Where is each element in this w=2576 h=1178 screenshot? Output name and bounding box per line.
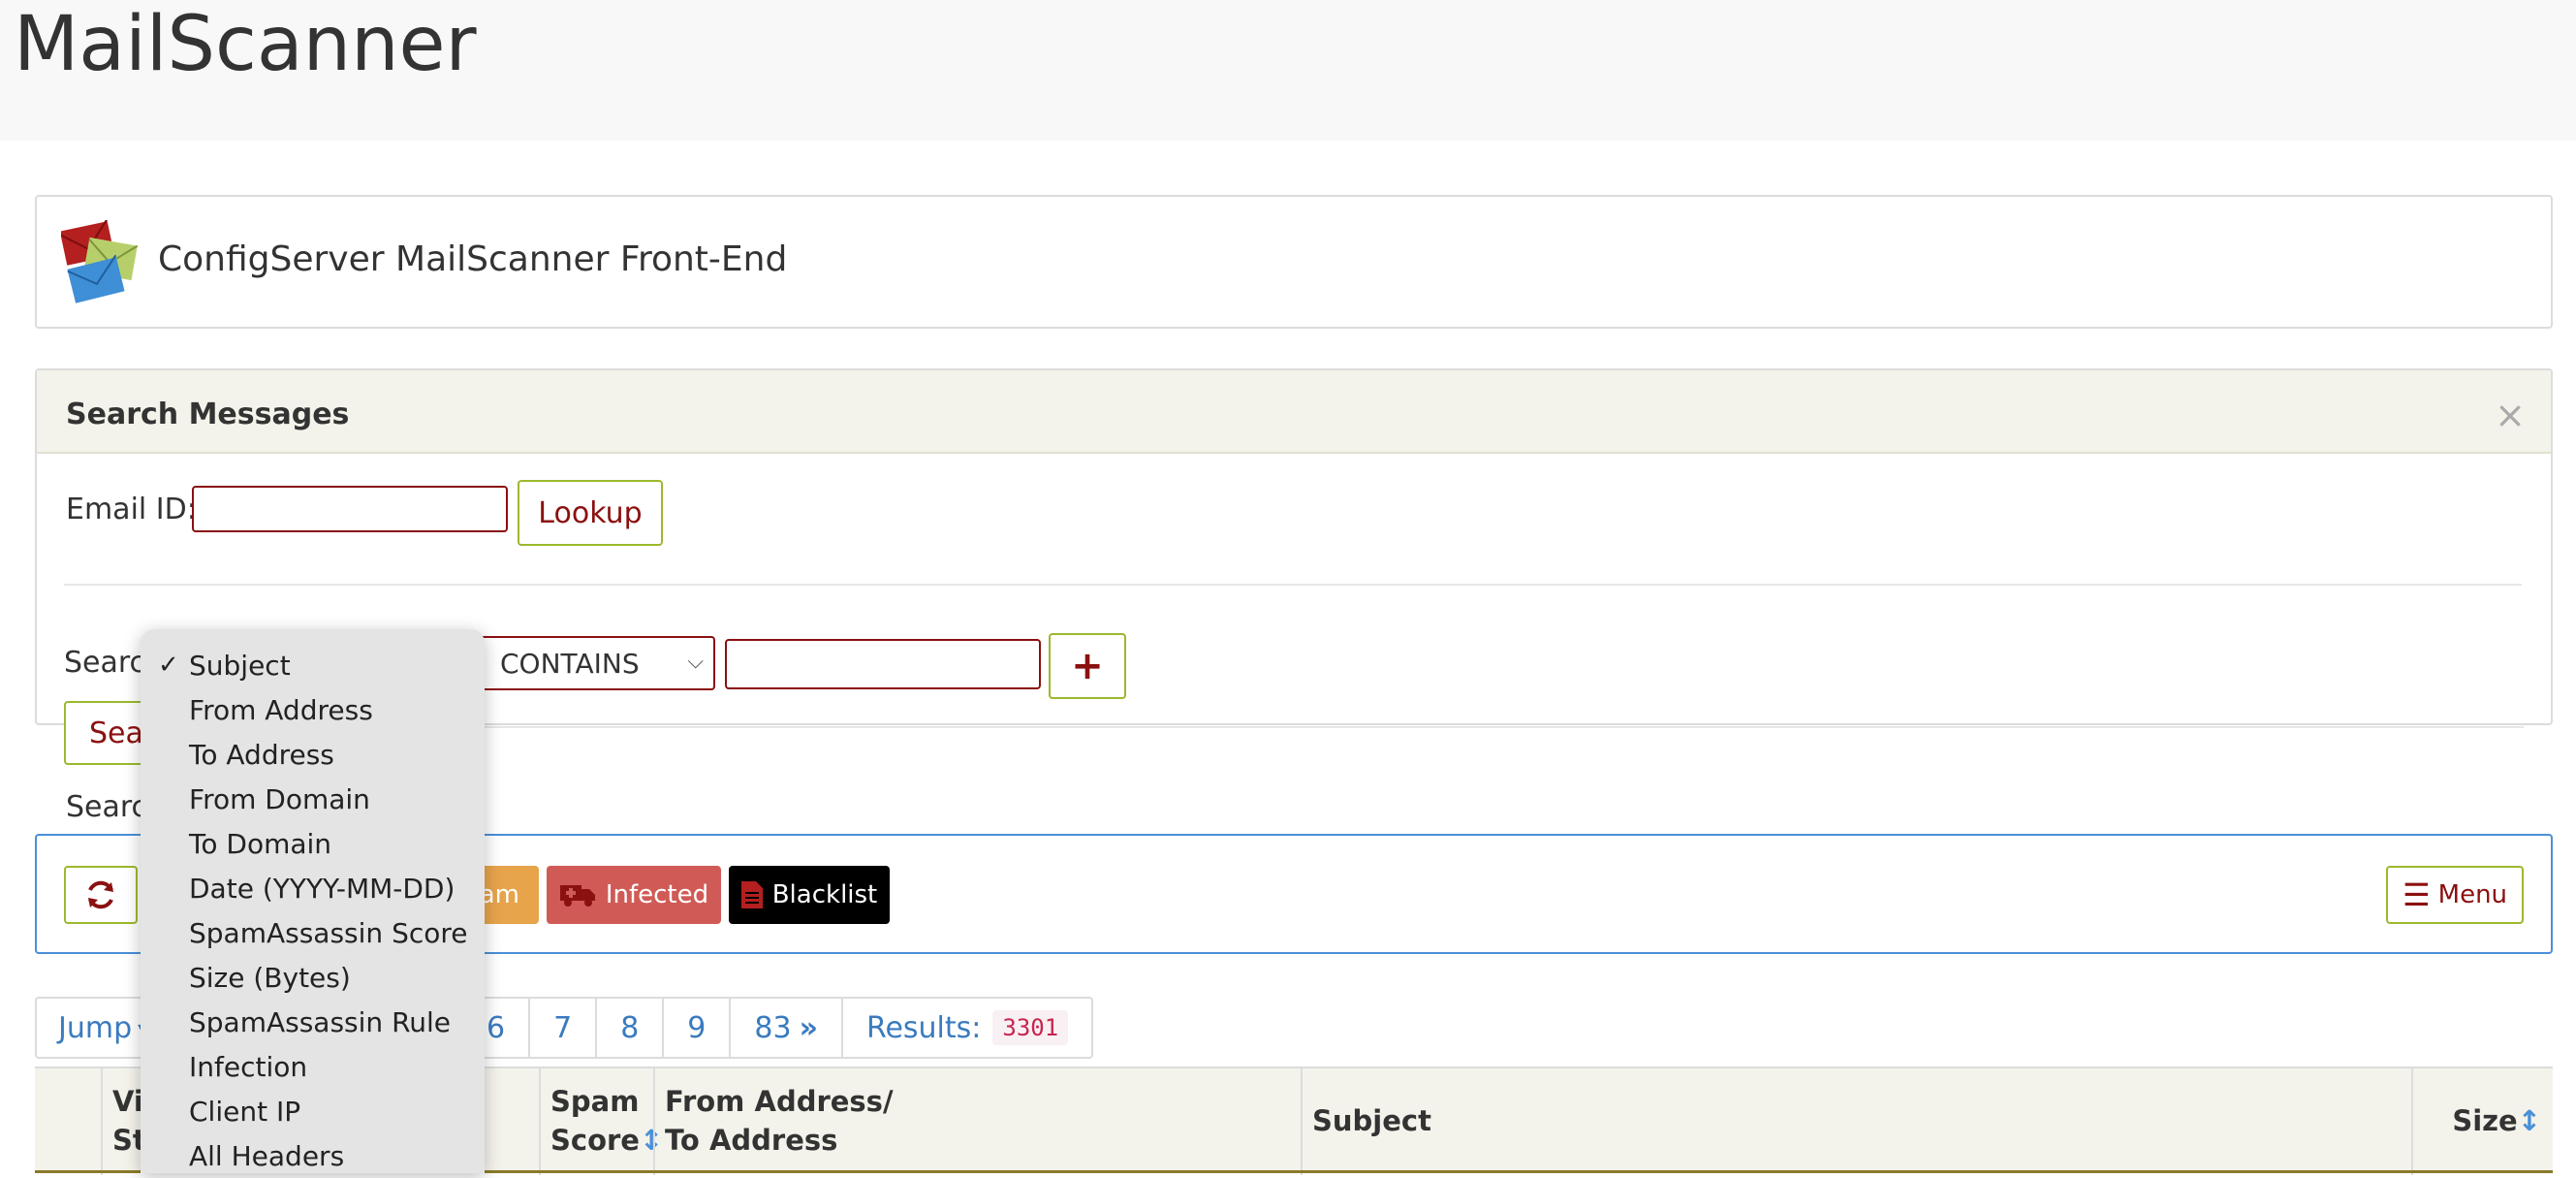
col-spam-score-line1: Spam: [550, 1085, 640, 1118]
search-panel-header: Search Messages ×: [37, 370, 2551, 454]
col-spam-score[interactable]: Spam Score↕: [539, 1068, 663, 1175]
close-icon[interactable]: ×: [2495, 394, 2526, 436]
dropdown-option[interactable]: From Address: [141, 687, 485, 732]
refresh-icon: [88, 880, 113, 909]
last-page-number: 83: [754, 1010, 792, 1045]
col-spam-score-line2: Score: [550, 1124, 640, 1157]
checkmark-icon: ✓: [158, 651, 179, 680]
col-size[interactable]: Size↕: [2411, 1068, 2553, 1175]
operator-select[interactable]: CONTAINS ⌵: [471, 636, 715, 690]
double-chevron-right-icon: »: [799, 1010, 818, 1045]
top-bar: MailScanner: [0, 0, 2576, 141]
blacklist-button[interactable]: Blacklist: [729, 866, 890, 924]
search-panel-title: Search Messages: [66, 398, 350, 431]
col-from-to-line1: From Address/: [665, 1085, 894, 1118]
results-count: Results: 3301: [843, 999, 1091, 1057]
page-link[interactable]: 7: [530, 999, 598, 1057]
blacklist-button-label: Blacklist: [771, 880, 878, 909]
front-end-title: ConfigServer MailScanner Front-End: [158, 239, 788, 279]
infected-button[interactable]: Infected: [547, 866, 721, 924]
dropdown-option[interactable]: From Domain: [141, 777, 485, 821]
dropdown-option[interactable]: Date (YYYY-MM-DD): [141, 866, 485, 910]
email-id-label: Email ID:: [66, 493, 197, 526]
dropdown-option[interactable]: To Address: [141, 732, 485, 777]
results-badge: 3301: [992, 1010, 1069, 1045]
spam-button-label: am: [479, 880, 519, 909]
dropdown-option[interactable]: SpamAssassin Rule: [141, 1000, 485, 1044]
col-from-to-line2: To Address: [665, 1124, 838, 1157]
menu-button-label: Menu: [2437, 880, 2508, 909]
dropdown-option[interactable]: Size (Bytes): [141, 955, 485, 1000]
last-page-link[interactable]: 83 »: [731, 999, 843, 1057]
page-link[interactable]: 8: [597, 999, 665, 1057]
lookup-button[interactable]: Lookup: [518, 480, 663, 546]
search-term-input[interactable]: [725, 639, 1041, 689]
search-field-dropdown[interactable]: ✓ Subject From Address To Address From Do…: [141, 629, 485, 1173]
jump-label: Jump: [58, 1010, 133, 1045]
document-icon: [740, 881, 763, 908]
results-label: Results:: [865, 1010, 982, 1045]
operator-select-value: CONTAINS: [500, 647, 640, 680]
dropdown-option[interactable]: SpamAssassin Score: [141, 910, 485, 955]
page-link[interactable]: 9: [664, 999, 732, 1057]
dropdown-option[interactable]: Infection: [141, 1044, 485, 1089]
plus-icon: +: [1071, 644, 1104, 688]
add-criteria-button[interactable]: +: [1049, 633, 1126, 699]
header-panel: ConfigServer MailScanner Front-End: [35, 195, 2553, 329]
sort-icon[interactable]: ↕: [2518, 1104, 2541, 1137]
dropdown-option[interactable]: To Domain: [141, 821, 485, 866]
col-subject[interactable]: Subject: [1301, 1068, 2415, 1175]
dropdown-option[interactable]: All Headers: [141, 1133, 485, 1178]
dropdown-option[interactable]: ✓ Subject: [141, 643, 485, 687]
dropdown-option[interactable]: Client IP: [141, 1089, 485, 1133]
search-divider: [64, 584, 2522, 586]
ambulance-icon: [559, 885, 595, 907]
col-from-to[interactable]: From Address/ To Address: [653, 1068, 1303, 1175]
col-size-label: Size: [2452, 1104, 2518, 1137]
menu-button[interactable]: ☰ Menu: [2386, 866, 2524, 924]
mail-envelopes-logo-icon: [61, 220, 139, 303]
chevron-down-icon: ⌵: [687, 650, 704, 674]
email-id-input[interactable]: [192, 486, 508, 532]
col-subject-label: Subject: [1312, 1104, 1431, 1137]
app-title: MailScanner: [14, 1, 477, 88]
infected-button-label: Infected: [605, 880, 709, 909]
hamburger-icon: ☰: [2402, 876, 2431, 913]
refresh-button[interactable]: [64, 866, 138, 924]
